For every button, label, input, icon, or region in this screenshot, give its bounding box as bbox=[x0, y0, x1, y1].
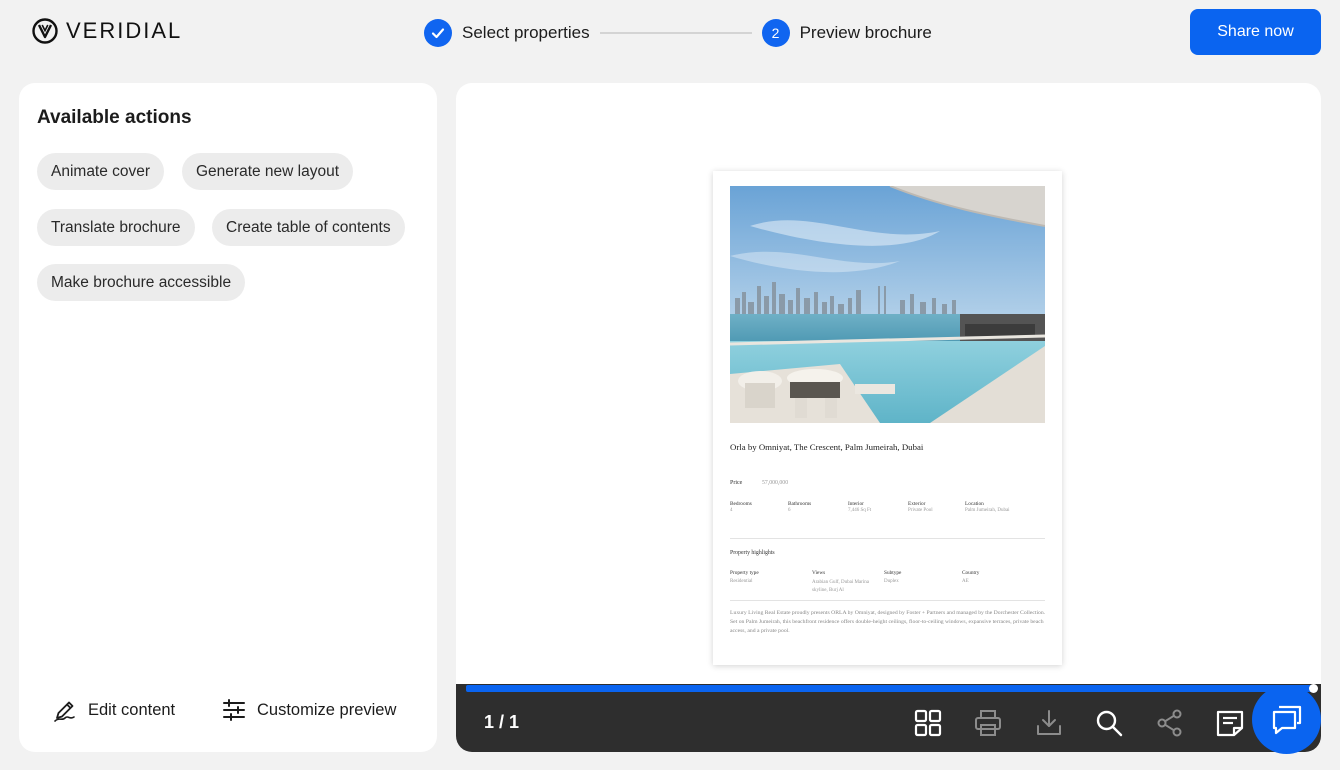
sliders-icon bbox=[223, 699, 245, 721]
section-divider bbox=[730, 600, 1045, 601]
logo-text: VERIDIAL bbox=[66, 18, 183, 43]
spec-label: Bathrooms bbox=[788, 501, 812, 507]
step-preview-brochure[interactable]: 2 Preview brochure bbox=[761, 19, 932, 47]
search-icon[interactable] bbox=[1094, 708, 1124, 738]
step-connector bbox=[599, 32, 752, 34]
step-number: 2 bbox=[761, 19, 790, 47]
highlight-label: Country bbox=[962, 570, 980, 576]
page-progress-bar[interactable] bbox=[466, 685, 1314, 692]
grid-icon[interactable] bbox=[913, 708, 943, 738]
property-photo bbox=[730, 186, 1045, 423]
brochure-preview: Orla by Omniyat, The Crescent, Palm Jume… bbox=[456, 83, 1321, 752]
spec-value: 6 bbox=[788, 508, 791, 513]
animate-cover-chip[interactable]: Animate cover bbox=[37, 153, 165, 190]
veridial-logo-icon bbox=[32, 18, 58, 44]
share-icon[interactable] bbox=[1155, 708, 1185, 738]
spec-label: Bedrooms bbox=[730, 501, 752, 507]
step-complete-icon bbox=[424, 19, 452, 47]
highlight-label: Subtype bbox=[884, 570, 902, 576]
price-value: 57,000,000 bbox=[762, 480, 789, 486]
progress-handle[interactable] bbox=[1309, 684, 1318, 693]
edit-content-label: Edit content bbox=[88, 700, 176, 719]
step-label: Select properties bbox=[462, 23, 590, 42]
stepper: Select properties 2 Preview brochure bbox=[424, 18, 932, 48]
highlight-value: Residential bbox=[730, 579, 753, 584]
viewer-toolbar: 1 / 1 bbox=[456, 684, 1321, 752]
download-icon[interactable] bbox=[1034, 708, 1064, 738]
brochure-description: Luxury Living Real Estate proudly presen… bbox=[730, 610, 1046, 634]
spec-value: 4 bbox=[730, 508, 733, 513]
highlights-title: Property highlights bbox=[730, 550, 775, 556]
spec-value: Private Pool bbox=[908, 508, 933, 513]
brochure-title: Orla by Omniyat, The Crescent, Palm Jume… bbox=[730, 442, 924, 452]
highlight-label: Property type bbox=[730, 570, 759, 576]
brochure-page[interactable]: Orla by Omniyat, The Crescent, Palm Jume… bbox=[713, 171, 1062, 665]
chat-icon bbox=[1272, 705, 1301, 734]
highlight-value: Arabian Gulf, Dubai Marina skyline, Burj… bbox=[812, 580, 869, 593]
highlight-label: Views bbox=[812, 570, 826, 576]
highlight-value: AE bbox=[962, 579, 969, 584]
edit-pen-icon bbox=[54, 701, 75, 722]
notes-icon[interactable] bbox=[1215, 708, 1245, 738]
step-select-properties[interactable]: Select properties bbox=[424, 19, 590, 47]
price-label: Price bbox=[730, 480, 743, 486]
share-now-button[interactable]: Share now bbox=[1190, 9, 1321, 55]
section-divider bbox=[730, 538, 1045, 539]
edit-content-button[interactable]: Edit content bbox=[52, 697, 175, 723]
spec-value: 7,446 Sq Ft bbox=[848, 508, 872, 513]
spec-label: Location bbox=[965, 501, 984, 507]
customize-preview-button[interactable]: Customize preview bbox=[221, 697, 396, 723]
logo: VERIDIAL bbox=[32, 18, 182, 44]
print-icon[interactable] bbox=[973, 708, 1003, 738]
page-indicator: 1 / 1 bbox=[484, 712, 520, 732]
spec-label: Interior bbox=[848, 501, 864, 507]
generate-layout-chip[interactable]: Generate new layout bbox=[182, 153, 354, 190]
chat-button[interactable] bbox=[1252, 685, 1321, 754]
actions-panel: Available actions Animate cover Generate… bbox=[19, 83, 437, 752]
accessible-brochure-chip[interactable]: Make brochure accessible bbox=[37, 264, 246, 301]
step-label: Preview brochure bbox=[799, 23, 932, 42]
customize-preview-label: Customize preview bbox=[257, 700, 397, 719]
highlight-value: Duplex bbox=[884, 579, 899, 584]
spec-label: Exterior bbox=[908, 501, 926, 507]
translate-brochure-chip[interactable]: Translate brochure bbox=[37, 209, 195, 246]
spec-value: Palm Jumeirah, Dubai bbox=[965, 508, 1010, 513]
table-of-contents-chip[interactable]: Create table of contents bbox=[212, 209, 405, 246]
panel-title: Available actions bbox=[37, 107, 192, 128]
